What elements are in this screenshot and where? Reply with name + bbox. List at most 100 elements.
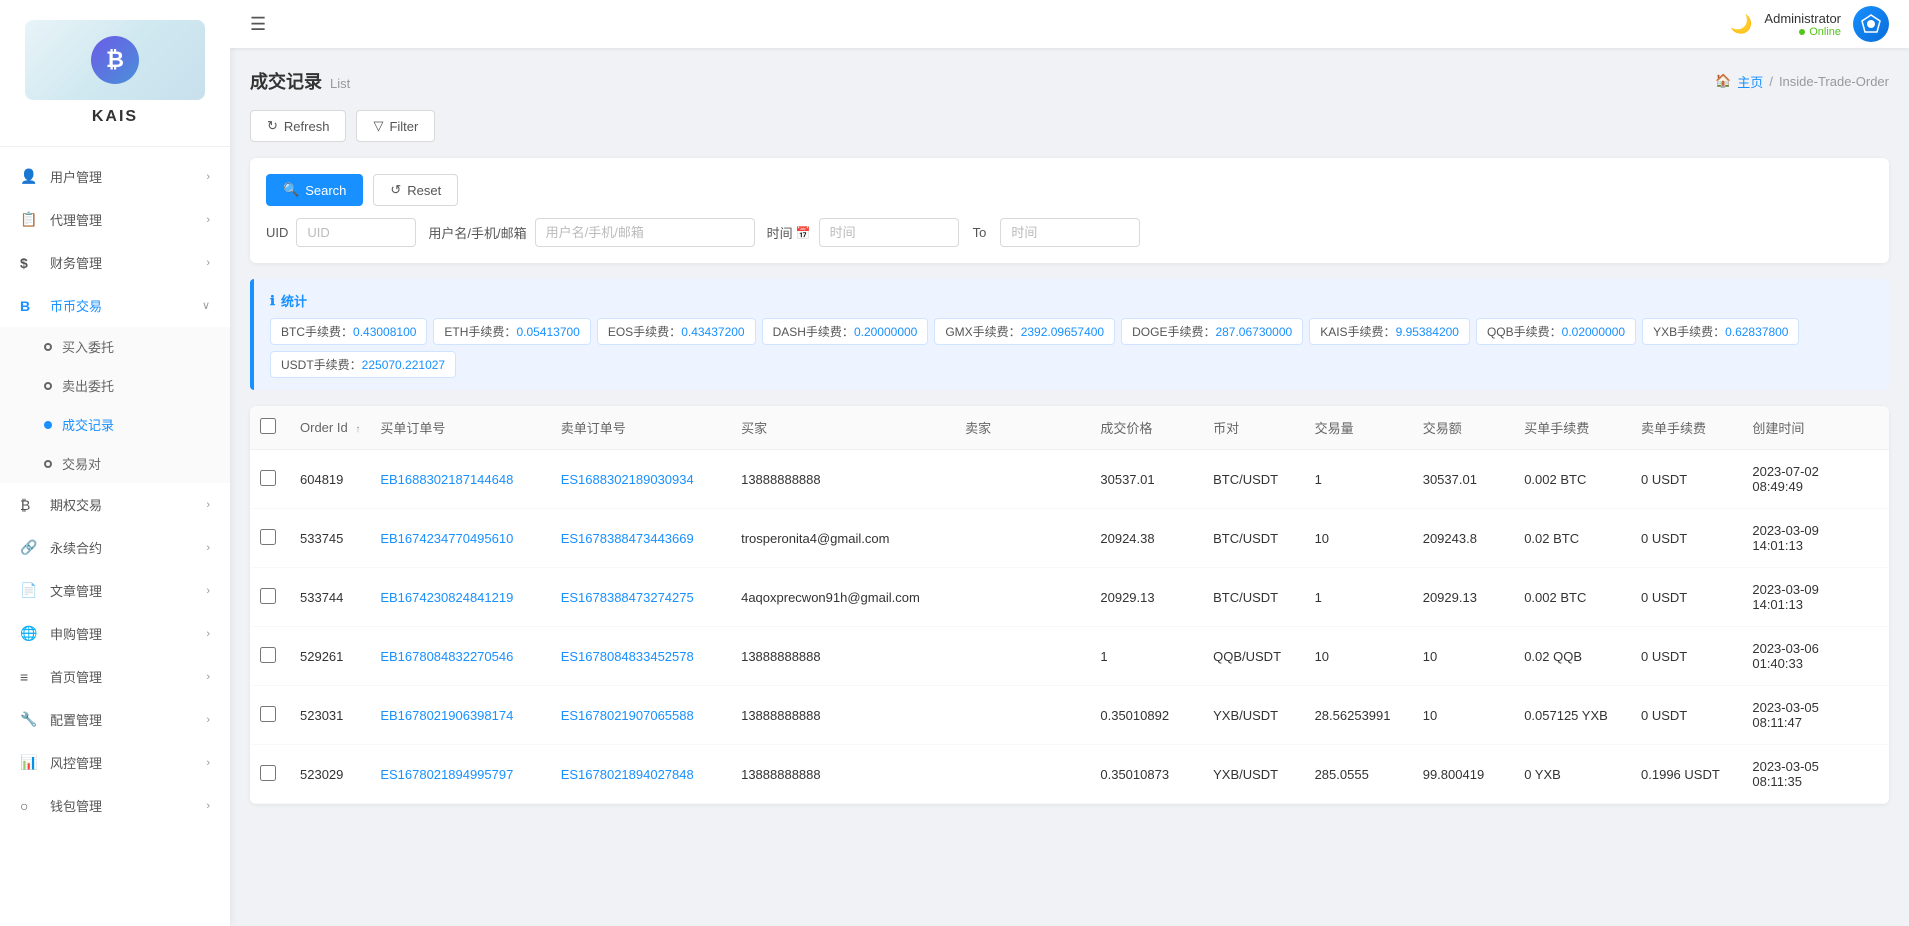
sidebar-item-risk[interactable]: 📊 风控管理 › bbox=[0, 741, 230, 784]
cell-buy-order-2: EB1674230824841219 bbox=[370, 568, 550, 627]
wallet-icon: ○ bbox=[20, 798, 40, 814]
table-row: 523031 EB1678021906398174 ES167802190706… bbox=[250, 686, 1889, 745]
sidebar-item-agent-mgmt[interactable]: 📋 代理管理 › bbox=[0, 198, 230, 241]
chevron-icon-article: › bbox=[206, 585, 210, 597]
cell-buy-fee-5: 0 YXB bbox=[1514, 745, 1631, 804]
stats-panel: ℹ 统计 BTC手续费：0.43008100ETH手续费：0.05413700E… bbox=[250, 279, 1889, 390]
sidebar-item-config[interactable]: 🔧 配置管理 › bbox=[0, 698, 230, 741]
uid-label: UID bbox=[266, 225, 288, 240]
search-icon: 🔍 bbox=[283, 182, 299, 198]
cell-amount-5: 99.800419 bbox=[1413, 745, 1514, 804]
dot-trade-records bbox=[44, 421, 52, 429]
col-header-seller-text: 卖家 bbox=[965, 421, 991, 436]
username-input[interactable] bbox=[535, 218, 755, 247]
reset-button[interactable]: ↺ Reset bbox=[373, 174, 458, 206]
cell-buyer-4: 13888888888 bbox=[731, 686, 955, 745]
sidebar-item-trade-pair[interactable]: 交易对 bbox=[0, 444, 230, 483]
cell-pair-0: BTC/USDT bbox=[1203, 450, 1304, 509]
stats-item: YXB手续费：0.62837800 bbox=[1642, 318, 1799, 345]
breadcrumb-home[interactable]: 主页 bbox=[1737, 72, 1763, 91]
username-field-group: 用户名/手机/邮箱 bbox=[428, 218, 754, 247]
search-button[interactable]: 🔍 Search bbox=[266, 174, 363, 206]
chevron-icon-finance-mgmt: › bbox=[206, 257, 210, 269]
purchase-icon: 🌐 bbox=[20, 625, 40, 642]
search-actions: 🔍 Search ↺ Reset bbox=[266, 174, 1873, 206]
sidebar-item-perpetual[interactable]: 🔗 永续合约 › bbox=[0, 526, 230, 569]
risk-icon: 📊 bbox=[20, 754, 40, 771]
row-checkbox-0[interactable] bbox=[260, 470, 276, 486]
cell-amount-4: 10 bbox=[1413, 686, 1514, 745]
time-from-input[interactable] bbox=[819, 218, 959, 247]
sidebar-label-wallet: 钱包管理 bbox=[50, 796, 206, 815]
sort-icon-order-id[interactable]: ↑ bbox=[355, 424, 360, 435]
sidebar-item-article[interactable]: 📄 文章管理 › bbox=[0, 569, 230, 612]
cell-buyer-5: 13888888888 bbox=[731, 745, 955, 804]
chevron-icon-agent-mgmt: › bbox=[206, 214, 210, 226]
cell-buyer-2: 4aqoxprecwon91h@gmail.com bbox=[731, 568, 955, 627]
col-header-qty-text: 交易量 bbox=[1315, 421, 1354, 436]
time-to-label: To bbox=[967, 225, 993, 240]
cell-seller-4 bbox=[955, 686, 1090, 745]
time-field-group: 时间 📅 To bbox=[767, 218, 1141, 247]
col-header-price: 成交价格 bbox=[1090, 406, 1203, 450]
row-checkbox-4[interactable] bbox=[260, 706, 276, 722]
refresh-button[interactable]: ↻ Refresh bbox=[250, 110, 346, 142]
sidebar-label-coin-trade: 币币交易 bbox=[50, 296, 202, 315]
col-header-qty: 交易量 bbox=[1305, 406, 1413, 450]
reset-icon: ↺ bbox=[390, 182, 401, 198]
topbar-right: 🌙 Administrator Online bbox=[1730, 6, 1889, 42]
select-all-checkbox[interactable] bbox=[260, 418, 276, 434]
cell-time-5: 2023-03-05 08:11:35 bbox=[1742, 745, 1889, 804]
hamburger-icon[interactable]: ☰ bbox=[250, 14, 266, 35]
table-row: 533744 EB1674230824841219 ES167838847327… bbox=[250, 568, 1889, 627]
coin-trade-icon: B bbox=[20, 298, 40, 314]
stats-item: USDT手续费：225070.221027 bbox=[270, 351, 456, 378]
theme-toggle-icon[interactable]: 🌙 bbox=[1730, 14, 1752, 35]
sidebar-item-home-mgmt[interactable]: ≡ 首页管理 › bbox=[0, 655, 230, 698]
row-checkbox-2[interactable] bbox=[260, 588, 276, 604]
cell-buy-fee-0: 0.002 BTC bbox=[1514, 450, 1631, 509]
logo-area: ₿ KAIS bbox=[0, 0, 230, 147]
table-body: 604819 EB1688302187144648 ES168830218903… bbox=[250, 450, 1889, 804]
col-header-sell-order: 卖单订单号 bbox=[551, 406, 731, 450]
cell-sell-fee-0: 0 USDT bbox=[1631, 450, 1742, 509]
content-area: 成交记录 List 🏠 主页 / Inside-Trade-Order ↻ Re… bbox=[230, 48, 1909, 926]
cell-qty-1: 10 bbox=[1305, 509, 1413, 568]
sidebar-item-purchase[interactable]: 🌐 申购管理 › bbox=[0, 612, 230, 655]
cell-buy-order-4: EB1678021906398174 bbox=[370, 686, 550, 745]
cell-qty-4: 28.56253991 bbox=[1305, 686, 1413, 745]
avatar[interactable] bbox=[1853, 6, 1889, 42]
sidebar-item-wallet[interactable]: ○ 钱包管理 › bbox=[0, 784, 230, 827]
cell-seller-0 bbox=[955, 450, 1090, 509]
stats-item: ETH手续费：0.05413700 bbox=[433, 318, 590, 345]
filter-button[interactable]: ▽ Filter bbox=[356, 110, 435, 142]
stats-item: BTC手续费：0.43008100 bbox=[270, 318, 427, 345]
breadcrumb-current: Inside-Trade-Order bbox=[1779, 74, 1889, 89]
time-to-input[interactable] bbox=[1000, 218, 1140, 247]
sidebar-item-user-mgmt[interactable]: 👤 用户管理 › bbox=[0, 155, 230, 198]
stats-item: EOS手续费：0.43437200 bbox=[597, 318, 756, 345]
col-header-amount: 交易额 bbox=[1413, 406, 1514, 450]
reset-label: Reset bbox=[407, 183, 441, 198]
sidebar-item-buy-entrust[interactable]: 买入委托 bbox=[0, 327, 230, 366]
sidebar-item-coin-trade[interactable]: B 币币交易 ∨ bbox=[0, 284, 230, 327]
dot-trade-pair bbox=[44, 460, 52, 468]
cell-buyer-0: 13888888888 bbox=[731, 450, 955, 509]
chevron-icon-config: › bbox=[206, 714, 210, 726]
row-checkbox-3[interactable] bbox=[260, 647, 276, 663]
sidebar-item-trade-records[interactable]: 成交记录 bbox=[0, 405, 230, 444]
sidebar-item-sell-entrust[interactable]: 卖出委托 bbox=[0, 366, 230, 405]
search-panel: 🔍 Search ↺ Reset UID 用户名/手机/邮箱 bbox=[250, 158, 1889, 263]
sidebar-item-futures[interactable]: ₿ 期权交易 › bbox=[0, 483, 230, 526]
cell-qty-5: 285.0555 bbox=[1305, 745, 1413, 804]
sidebar-item-finance-mgmt[interactable]: $ 财务管理 › bbox=[0, 241, 230, 284]
breadcrumb: 🏠 主页 / Inside-Trade-Order bbox=[1715, 72, 1889, 91]
sidebar-label-agent-mgmt: 代理管理 bbox=[50, 210, 206, 229]
row-checkbox-5[interactable] bbox=[260, 765, 276, 781]
row-checkbox-1[interactable] bbox=[260, 529, 276, 545]
uid-input[interactable] bbox=[296, 218, 416, 247]
stats-items: BTC手续费：0.43008100ETH手续费：0.05413700 EOS手续费… bbox=[270, 318, 1873, 378]
col-header-buy-order-text: 买单订单号 bbox=[380, 421, 445, 436]
table-row: 604819 EB1688302187144648 ES168830218903… bbox=[250, 450, 1889, 509]
filter-label: Filter bbox=[389, 119, 418, 134]
